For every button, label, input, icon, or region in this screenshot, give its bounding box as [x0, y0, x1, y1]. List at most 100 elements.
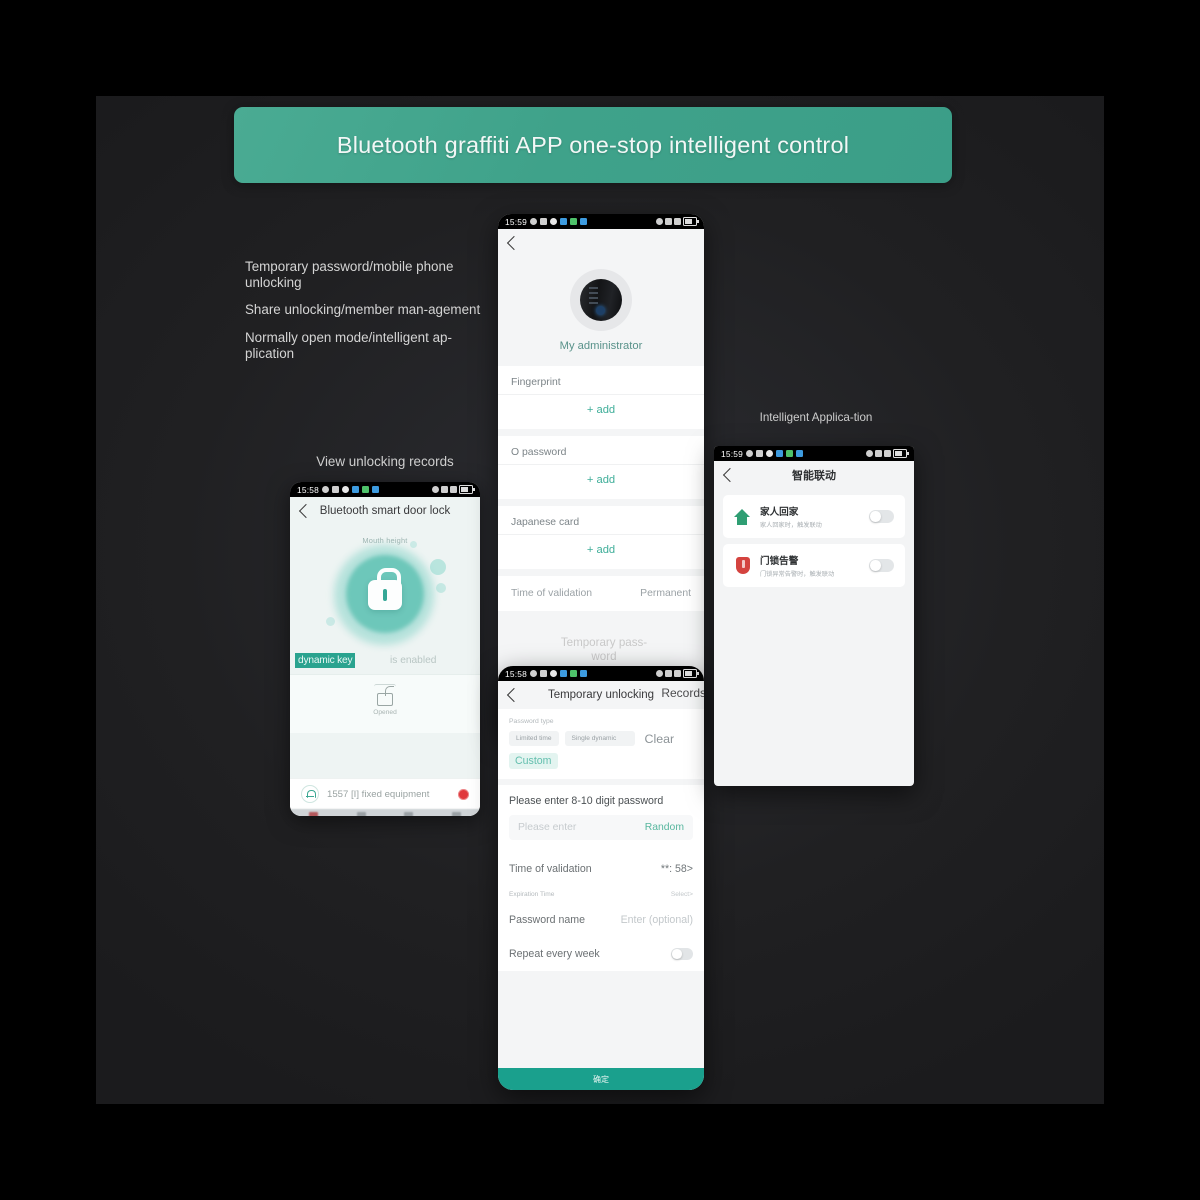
row-value: Select>	[670, 891, 693, 898]
records-button[interactable]: Records	[661, 686, 704, 700]
alert-badge[interactable]	[458, 788, 469, 800]
status-bar: 15:58	[290, 482, 480, 497]
nav-bar	[498, 229, 704, 257]
banner: Bluetooth graffiti APP one-stop intellig…	[234, 107, 952, 183]
admin-name: My administrator	[559, 340, 643, 352]
decorative-blob	[430, 559, 446, 575]
phone-unlocking-records: 15:58 Bluetooth smart door lock Mouth he…	[290, 482, 480, 816]
add-card-button[interactable]: + add	[498, 534, 704, 569]
feature-item: Temporary password/mobile phone unlockin…	[245, 259, 454, 291]
linkage-toggle[interactable]	[869, 559, 894, 572]
row-time-of-validation[interactable]: Time of validation **: 58>	[498, 852, 704, 886]
tab-bar[interactable]: 首页 智能 场景 我的	[290, 809, 480, 816]
banner-title: Bluetooth graffiti APP one-stop intellig…	[336, 131, 850, 158]
shield-icon	[734, 556, 751, 575]
chip-single-dynamic[interactable]: Single dynamic	[564, 731, 635, 746]
section-label: Fingerprint	[511, 377, 561, 388]
row-label: Repeat every week	[509, 948, 600, 960]
chip-limited-time[interactable]: Limited time	[509, 731, 559, 746]
signal-icon	[674, 218, 681, 225]
wifi-icon	[441, 486, 448, 493]
password-entry-section: Please enter 8-10 digit password Please …	[498, 785, 704, 852]
validation-row[interactable]: Time of validation Permanent	[498, 576, 704, 611]
status-bar: 15:59	[714, 446, 914, 461]
row-password-name[interactable]: Password name Enter (optional)	[498, 903, 704, 937]
password-type-label: Password type	[509, 718, 554, 725]
confirm-button[interactable]: 确定	[498, 1068, 704, 1090]
section-label: Japanese card	[511, 517, 580, 528]
linkage-toggle[interactable]	[869, 510, 894, 523]
validation-label: Time of validation	[511, 588, 593, 599]
decorative-blob	[326, 617, 335, 626]
tab-home[interactable]: 首页	[290, 809, 338, 816]
nav-title: 智能联动	[792, 470, 836, 482]
app-icon	[361, 486, 369, 493]
dynamic-key-highlight: dynamic key	[295, 653, 356, 668]
row-expiration-time[interactable]: Expiration Time Select>	[498, 886, 704, 903]
row-label: Password name	[509, 914, 585, 926]
status-bar: 15:58	[498, 666, 704, 681]
wifi-icon	[875, 450, 882, 457]
tab-scene[interactable]: 场景	[385, 809, 433, 816]
chat-icon	[765, 450, 773, 457]
bell-icon	[301, 785, 319, 803]
app-icon	[775, 450, 783, 457]
status-bar-time: 15:58	[297, 484, 319, 495]
equipment-row[interactable]: 1557 [I] fixed equipment	[290, 778, 480, 809]
add-fingerprint-button[interactable]: + add	[498, 394, 704, 429]
settings-icon	[745, 450, 753, 457]
row-label: Expiration Time	[509, 891, 555, 898]
mood-text: Mouth height	[362, 536, 408, 545]
padlock-icon[interactable]	[368, 568, 402, 610]
opened-panel[interactable]: Opened	[290, 674, 480, 733]
admin-header: My administrator	[498, 269, 704, 366]
app-icon	[785, 450, 793, 457]
row-repeat-every-week[interactable]: Repeat every week	[498, 937, 704, 971]
status-bar: 15:59	[498, 214, 704, 229]
signal-icon	[450, 486, 457, 493]
clear-button[interactable]: Clear	[645, 732, 675, 746]
section-password: O password + add	[498, 436, 704, 499]
door-lock-image	[580, 279, 622, 321]
avatar	[570, 269, 632, 331]
phone-intelligent-application: 15:59 智能联动 家人回家 家人回家时，触发联动 门锁告警 门锁异常告警时，…	[714, 446, 914, 786]
tab-mine[interactable]: 我的	[433, 809, 481, 816]
signal-icon	[884, 450, 891, 457]
feature-item: Share unlocking/member man-agement	[245, 302, 481, 318]
wifi-icon	[665, 218, 672, 225]
linkage-title: 门锁告警	[760, 556, 799, 567]
nav-title: Bluetooth smart door lock	[319, 505, 451, 517]
feature-list: Temporary password/mobile phone unlockin…	[245, 259, 485, 373]
chip-custom[interactable]: Custom	[509, 753, 558, 769]
linkage-title: 家人回家	[760, 507, 799, 518]
app-icon	[569, 670, 577, 677]
decorative-blob	[410, 541, 417, 548]
chat-icon	[549, 670, 557, 677]
chat-icon	[341, 486, 349, 493]
linkage-item-lock-alarm[interactable]: 门锁告警 门锁异常告警时，触发联动	[723, 544, 905, 587]
section-label: O password	[511, 447, 567, 458]
back-icon[interactable]	[506, 235, 522, 251]
linkage-item-family-home[interactable]: 家人回家 家人回家时，触发联动	[723, 495, 905, 538]
battery-icon	[459, 485, 475, 494]
app-icon	[559, 670, 567, 677]
opened-label: Opened	[373, 709, 397, 716]
repeat-toggle[interactable]	[671, 948, 693, 960]
password-input-wrapper[interactable]: Please enter Random	[509, 815, 693, 840]
random-button[interactable]: Random	[645, 822, 684, 833]
app-icon	[795, 450, 803, 457]
photo-icon	[755, 450, 763, 457]
password-input[interactable]: Please enter	[518, 822, 576, 833]
photo-icon	[331, 486, 339, 493]
dynamic-key-status: dynamic key is enabled	[290, 650, 480, 674]
chat-icon	[549, 218, 557, 225]
dynamic-key-tail: is enabled	[390, 655, 437, 666]
password-entry-title: Please enter 8-10 digit password	[509, 795, 664, 807]
row-value: **: 58>	[660, 863, 693, 875]
tab-smart[interactable]: 智能	[338, 809, 386, 816]
app-icon	[569, 218, 577, 225]
battery-icon	[683, 669, 699, 678]
validation-value: Permanent	[640, 588, 691, 599]
add-password-button[interactable]: + add	[498, 464, 704, 499]
linkage-subtitle: 门锁异常告警时，触发联动	[760, 571, 835, 578]
